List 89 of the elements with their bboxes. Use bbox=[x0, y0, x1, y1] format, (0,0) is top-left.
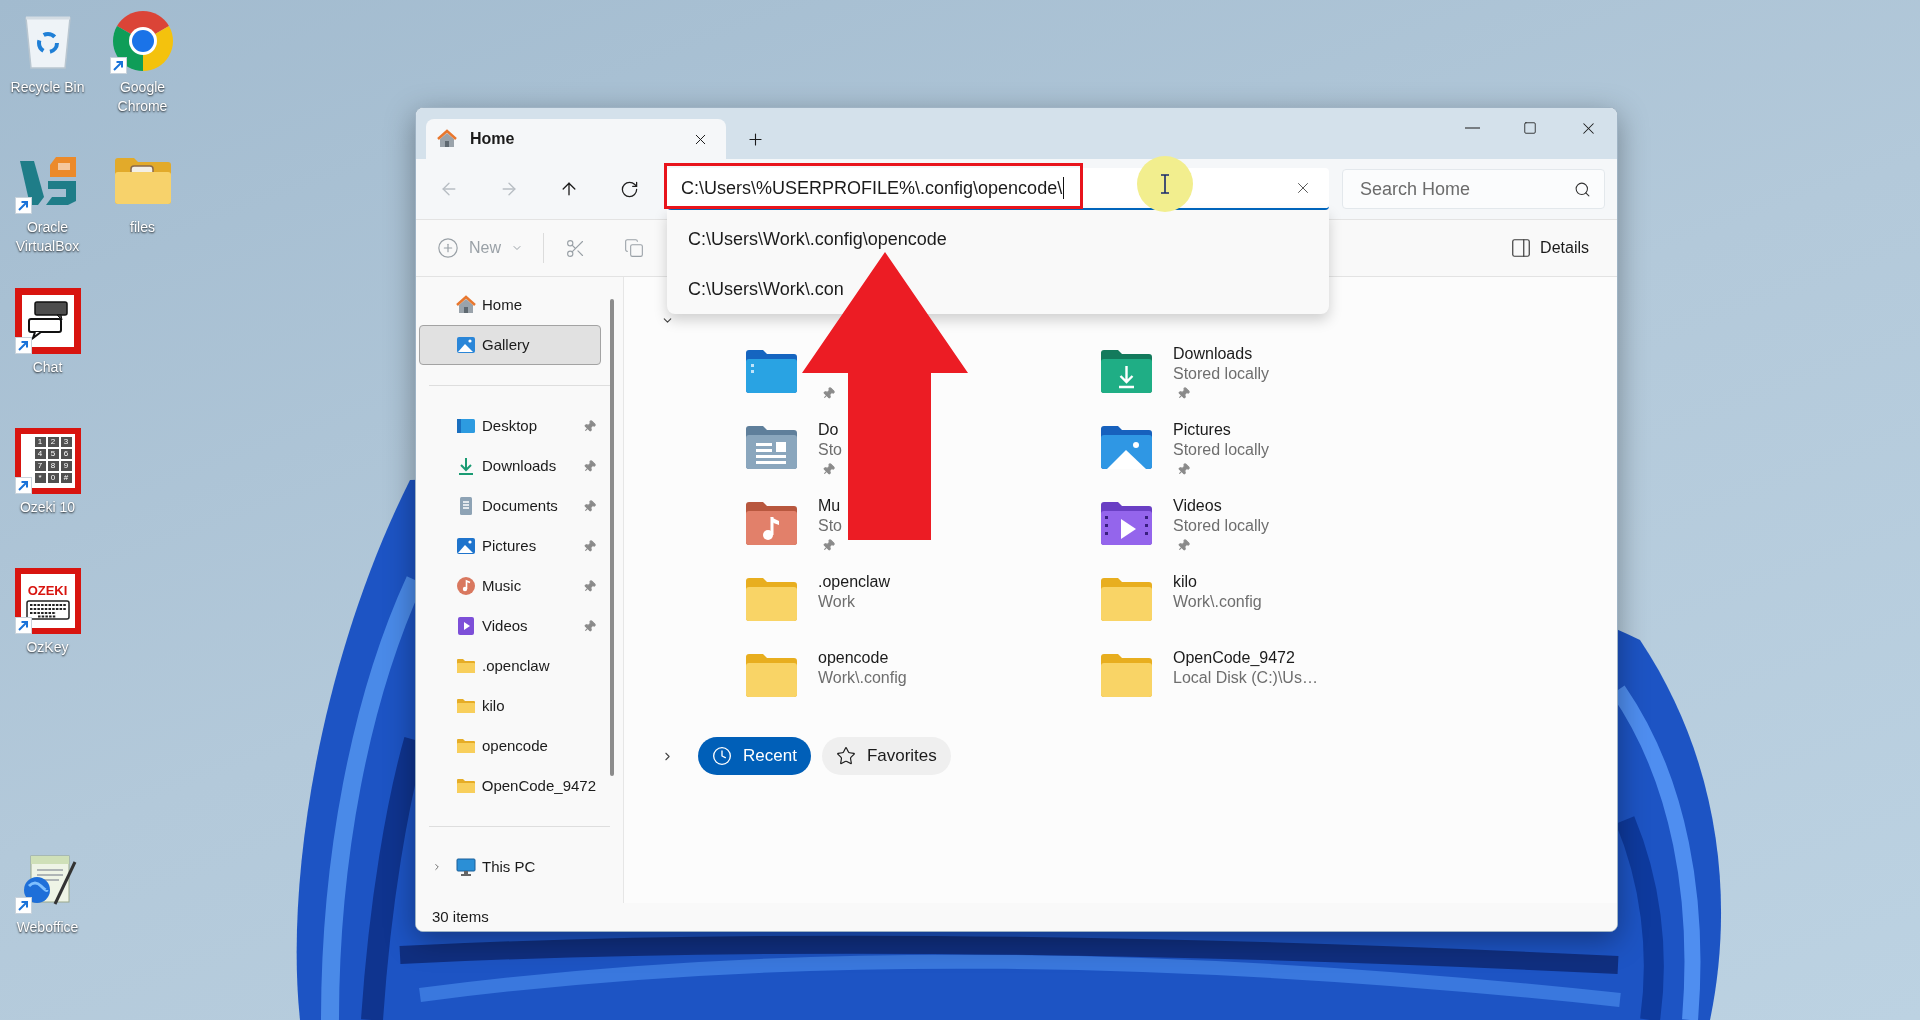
sidebar-item[interactable]: Documents bbox=[419, 486, 601, 526]
text-caret bbox=[1063, 177, 1065, 199]
folder-location: Sto bbox=[818, 440, 842, 460]
sidebar-item[interactable]: This PC bbox=[419, 847, 601, 887]
download-icon bbox=[456, 456, 476, 476]
cursor-highlight-icon bbox=[1137, 156, 1193, 212]
document-folder-icon[interactable] bbox=[745, 425, 798, 470]
folder-location: Stored locally bbox=[1173, 364, 1270, 384]
folder-location: Sto bbox=[818, 516, 842, 536]
keypad-key: * bbox=[34, 473, 46, 483]
sidebar-item[interactable]: Downloads bbox=[419, 446, 601, 486]
sidebar-item[interactable]: opencode bbox=[419, 726, 601, 766]
section-tab[interactable]: Favorites bbox=[821, 737, 951, 775]
desktop-icon bbox=[456, 416, 476, 436]
desktop-folder-icon[interactable] bbox=[745, 349, 798, 394]
download-folder-icon[interactable] bbox=[1100, 349, 1153, 394]
suggestion-item[interactable]: C:\Users\Work\.config\opencode bbox=[667, 214, 1329, 264]
section-tab[interactable]: Recent bbox=[698, 737, 811, 775]
folder-name[interactable]: Pictures bbox=[1173, 420, 1231, 440]
keyboard-icon bbox=[25, 599, 70, 620]
sidebar-item[interactable]: Music bbox=[419, 566, 601, 606]
picture-folder-icon[interactable] bbox=[1100, 425, 1153, 470]
folder-name[interactable]: Downloads bbox=[1173, 344, 1253, 364]
video-folder-icon[interactable] bbox=[1100, 501, 1153, 546]
suggestion-item[interactable]: C:\Users\Work\.con bbox=[667, 264, 1329, 314]
clock-icon bbox=[712, 746, 732, 766]
keypad-key: 8 bbox=[47, 461, 59, 471]
monitor-icon bbox=[456, 857, 476, 877]
folder-icon bbox=[456, 696, 476, 716]
search-field[interactable]: Search Home bbox=[1342, 169, 1605, 209]
keypad-key: # bbox=[60, 473, 72, 483]
sidebar-item[interactable]: kilo bbox=[419, 686, 601, 726]
folder-icon[interactable] bbox=[113, 157, 172, 205]
keypad-key: 3 bbox=[60, 437, 72, 447]
sidebar-item[interactable]: Home bbox=[419, 285, 601, 325]
details-pane-icon bbox=[1510, 237, 1533, 259]
folder-name[interactable]: kilo bbox=[1173, 572, 1197, 592]
sidebar-item[interactable]: Pictures bbox=[419, 526, 601, 566]
logo-text: OZEKI bbox=[27, 582, 68, 598]
keypad-key: 0 bbox=[47, 473, 59, 483]
scissors-icon bbox=[564, 237, 586, 259]
keyboard-app-icon[interactable]: OZEKI bbox=[14, 568, 81, 634]
folder-name[interactable]: OpenCode_9472 bbox=[1173, 648, 1295, 668]
keypad-key: 5 bbox=[47, 449, 59, 459]
folder-name[interactable]: Videos bbox=[1173, 496, 1222, 516]
keypad-key: 6 bbox=[60, 449, 72, 459]
maximize-icon bbox=[1523, 121, 1537, 135]
home-icon bbox=[456, 295, 476, 315]
chat-bubbles-icon[interactable] bbox=[14, 288, 81, 354]
sidebar-item[interactable]: .openclaw bbox=[419, 646, 601, 686]
folder-name[interactable]: Mu bbox=[818, 496, 841, 516]
keypad-key: 2 bbox=[47, 437, 59, 447]
folder-name[interactable]: .openclaw bbox=[818, 572, 891, 592]
folder-icon bbox=[456, 736, 476, 756]
minimize-icon bbox=[1464, 127, 1480, 129]
keypad-key: 7 bbox=[34, 461, 46, 471]
chevron-right-icon[interactable] bbox=[432, 861, 442, 873]
item-count: 30 items bbox=[432, 906, 489, 927]
keypad-icon[interactable]: 1 2 3 4 5 6 7 8 9 * 0 # bbox=[14, 428, 81, 494]
folder-icon bbox=[456, 656, 476, 676]
keypad-key: 9 bbox=[60, 461, 72, 471]
sidebar-item[interactable]: OpenCode_9472 bbox=[419, 766, 601, 806]
tab[interactable]: Home bbox=[426, 119, 726, 159]
picture-icon bbox=[456, 335, 476, 355]
plus-circle-icon bbox=[437, 237, 459, 259]
folder-location: Stored locally bbox=[1173, 440, 1270, 460]
folder-location: Work\.config bbox=[818, 668, 907, 688]
folder-icon bbox=[455, 776, 476, 796]
music-folder-icon[interactable] bbox=[745, 501, 798, 546]
app-logo-icon[interactable] bbox=[17, 155, 78, 207]
sidebar-item[interactable]: Gallery bbox=[419, 325, 601, 365]
search-icon bbox=[1574, 180, 1591, 198]
video-icon bbox=[456, 616, 476, 636]
folder-name[interactable]: Do bbox=[818, 420, 839, 440]
home-icon bbox=[437, 129, 457, 149]
keypad-key: 1 bbox=[34, 437, 46, 447]
sidebar-item[interactable]: Videos bbox=[419, 606, 601, 646]
folder-name[interactable]: opencode bbox=[818, 648, 889, 668]
picture-icon bbox=[456, 536, 476, 556]
sidebar-item[interactable]: Desktop bbox=[419, 406, 601, 446]
details-button[interactable]: Details bbox=[1504, 228, 1595, 268]
music-note-icon bbox=[456, 576, 476, 596]
folder-location: Work bbox=[818, 592, 856, 612]
folder-location: Local Disk (C:)\Us… bbox=[1173, 668, 1318, 688]
star-icon bbox=[835, 746, 856, 766]
keypad-key: 4 bbox=[34, 449, 46, 459]
copy-icon bbox=[624, 238, 644, 258]
folder-location: Stored locally bbox=[1173, 516, 1270, 536]
folder-location: Work\.config bbox=[1173, 592, 1262, 612]
